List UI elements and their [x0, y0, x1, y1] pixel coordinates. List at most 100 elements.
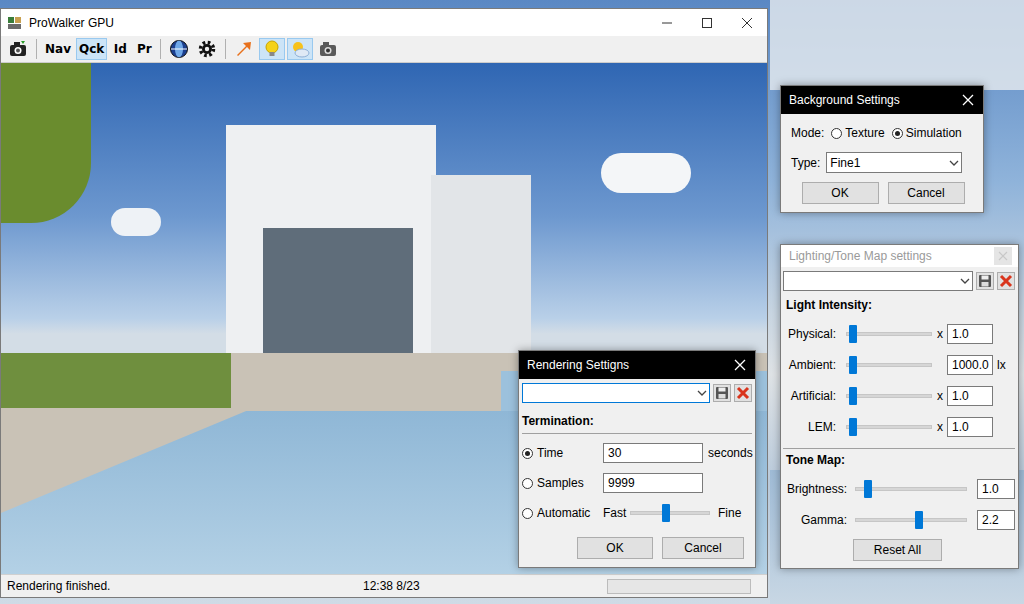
dropdown-arrow-icon[interactable] [695, 388, 709, 398]
field-value[interactable]: 1.0 [952, 420, 969, 434]
toolbar-button[interactable] [315, 38, 341, 60]
field-value[interactable]: 1.0 [952, 327, 969, 341]
button-label[interactable]: OK [606, 541, 623, 555]
minimize-icon[interactable] [661, 17, 673, 29]
button-label[interactable]: Cancel [684, 541, 721, 555]
reset-all-button[interactable]: Reset All [853, 539, 942, 561]
slider[interactable] [846, 386, 932, 406]
mode-label[interactable]: Texture [845, 126, 884, 140]
save-preset-button[interactable] [713, 384, 731, 402]
type-select[interactable]: Fine1 [826, 152, 962, 173]
close-icon[interactable] [994, 247, 1012, 265]
value-field[interactable]: 1.0 [947, 417, 993, 437]
toolbar-label[interactable]: Pr [137, 42, 152, 56]
maximize-button[interactable] [687, 9, 727, 36]
preset-combobox[interactable] [522, 383, 710, 403]
radio-button[interactable] [522, 508, 533, 519]
close-button[interactable] [727, 9, 767, 36]
globe-icon[interactable] [169, 39, 189, 59]
button-label[interactable]: Cancel [907, 186, 944, 200]
preset-combobox[interactable] [783, 271, 973, 291]
toolbar-label[interactable]: Id [114, 42, 127, 56]
radio-button[interactable] [831, 128, 842, 139]
button-label[interactable]: Reset All [874, 543, 921, 557]
slider[interactable] [630, 503, 710, 523]
toolbar-label[interactable]: Qck [79, 42, 104, 56]
slider-thumb[interactable] [915, 511, 923, 529]
toolbar-button[interactable]: Pr [133, 38, 155, 60]
option-field[interactable]: 30 [603, 443, 703, 463]
dropdown-arrow-icon[interactable] [947, 158, 961, 168]
toolbar-button[interactable] [5, 38, 31, 60]
radio-button[interactable] [892, 128, 903, 139]
slider[interactable] [855, 510, 967, 530]
red-x-icon[interactable] [999, 274, 1013, 288]
camera-icon[interactable] [318, 39, 338, 59]
button-label[interactable]: OK [831, 186, 848, 200]
mode-label[interactable]: Simulation [906, 126, 962, 140]
gear-icon[interactable] [197, 39, 217, 59]
mode-option[interactable]: Texture [831, 126, 884, 140]
dialog-button[interactable]: OK [577, 537, 653, 559]
toolbar-button[interactable] [259, 38, 285, 60]
field-value[interactable]: 2.2 [982, 513, 999, 527]
slider-thumb[interactable] [864, 480, 872, 498]
close-icon[interactable] [962, 94, 974, 106]
value-field[interactable]: 1.0 [977, 479, 1015, 499]
slider[interactable] [855, 479, 967, 499]
sun-cloud-icon[interactable] [290, 39, 310, 59]
close-button[interactable] [953, 86, 983, 114]
maximize-icon[interactable] [701, 17, 713, 29]
value-field[interactable]: 2.2 [977, 510, 1015, 530]
toolbar-button[interactable]: Qck [76, 38, 107, 60]
field-value[interactable]: 1.0 [982, 482, 999, 496]
field-value[interactable]: 1.0 [952, 389, 969, 403]
dialog-button[interactable]: Cancel [888, 182, 965, 204]
floppy-disk-icon[interactable] [715, 386, 729, 400]
close-icon[interactable] [734, 359, 746, 371]
toolbar-button[interactable] [194, 38, 220, 60]
slider-thumb[interactable] [849, 325, 857, 343]
slider[interactable] [846, 417, 932, 437]
toolbar-button[interactable] [166, 38, 192, 60]
field-value[interactable]: 9999 [608, 476, 635, 490]
field-value[interactable]: 30 [608, 446, 621, 460]
dialog-button[interactable]: Cancel [662, 537, 744, 559]
radio-button[interactable] [522, 478, 533, 489]
option-field[interactable]: 9999 [603, 473, 703, 493]
delete-preset-button[interactable] [997, 272, 1015, 290]
slider[interactable] [846, 355, 932, 375]
option-label[interactable]: Time [537, 446, 603, 460]
light-bulb-icon[interactable] [262, 39, 282, 59]
camera-icon[interactable] [8, 39, 28, 59]
close-button[interactable] [725, 351, 755, 379]
close-button[interactable] [988, 245, 1018, 267]
toolbar-label[interactable]: Nav [45, 42, 71, 56]
type-value[interactable]: Fine1 [830, 156, 947, 170]
floppy-disk-icon[interactable] [978, 274, 992, 288]
toolbar-button[interactable]: Nav [42, 38, 74, 60]
mode-option[interactable]: Simulation [892, 126, 962, 140]
close-icon[interactable] [741, 17, 753, 29]
toolbar-button[interactable]: Id [109, 38, 131, 60]
toolbar-button[interactable] [231, 38, 257, 60]
minimize-button[interactable] [647, 9, 687, 36]
save-preset-button[interactable] [976, 272, 994, 290]
slider[interactable] [846, 324, 932, 344]
value-field[interactable]: 1000.0 [947, 355, 993, 375]
radio-button[interactable] [522, 448, 533, 459]
arrow-icon[interactable] [234, 39, 254, 59]
slider-thumb[interactable] [662, 504, 670, 522]
slider-thumb[interactable] [849, 356, 857, 374]
dialog-button[interactable]: OK [802, 182, 879, 204]
option-label[interactable]: Automatic [537, 506, 603, 520]
toolbar-button[interactable] [287, 38, 313, 60]
field-value[interactable]: 1000.0 [952, 358, 989, 372]
value-field[interactable]: 1.0 [947, 386, 993, 406]
red-x-icon[interactable] [736, 386, 750, 400]
slider-thumb[interactable] [849, 387, 857, 405]
slider-thumb[interactable] [849, 418, 857, 436]
dropdown-arrow-icon[interactable] [958, 276, 972, 286]
delete-preset-button[interactable] [734, 384, 752, 402]
value-field[interactable]: 1.0 [947, 324, 993, 344]
